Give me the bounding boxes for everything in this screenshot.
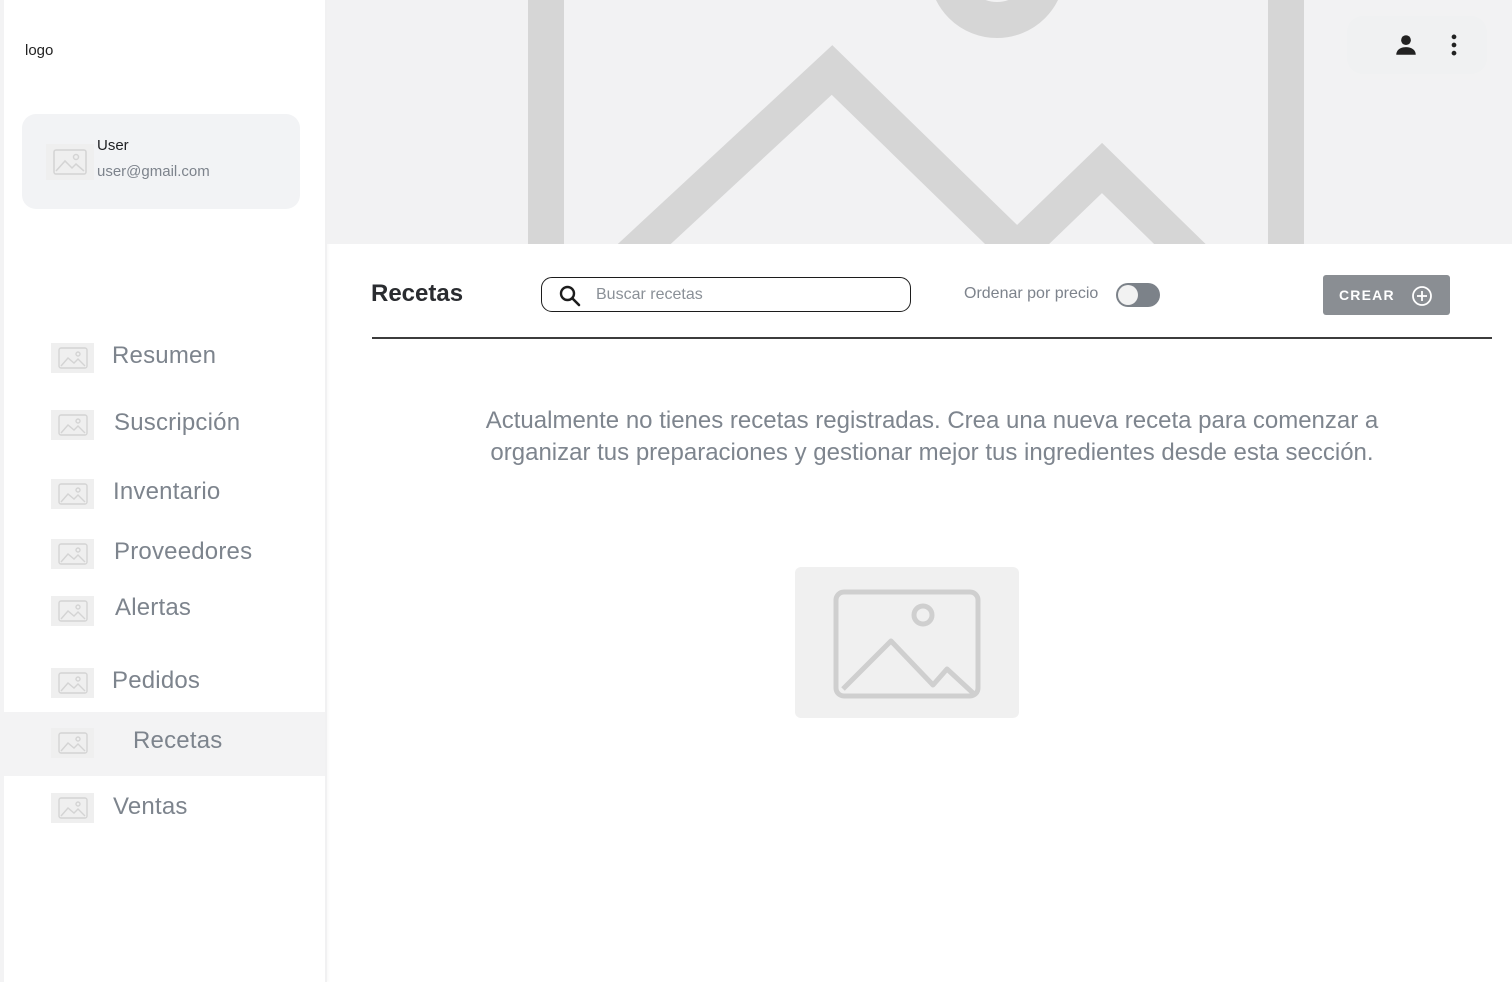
empty-state-image (795, 567, 1019, 718)
sidebar-item-ventas[interactable]: Ventas (4, 777, 325, 841)
create-button-label: CREAR (1339, 287, 1395, 303)
sidebar-item-label: Alertas (115, 594, 192, 621)
sidebar-item-label: Inventario (113, 478, 221, 505)
sidebar-item-alertas[interactable]: Alertas (4, 578, 325, 642)
sidebar-item-label: Proveedores (114, 538, 253, 565)
empty-state-message: Actualmente no tienes recetas registrada… (485, 407, 1379, 466)
image-placeholder-icon (51, 539, 94, 569)
sidebar-item-label: Pedidos (112, 667, 201, 694)
user-card[interactable] (22, 114, 300, 209)
sidebar-item-recetas[interactable]: Recetas (4, 712, 325, 776)
image-placeholder-icon (51, 479, 94, 509)
image-placeholder-icon (51, 410, 94, 440)
sidebar-item-suscripcion[interactable]: Suscripción (4, 392, 325, 456)
image-placeholder-icon (51, 793, 94, 823)
image-placeholder-icon (51, 728, 94, 758)
sidebar-item-label: Suscripción (114, 409, 241, 436)
image-placeholder-icon (53, 149, 87, 175)
search-input[interactable] (596, 283, 896, 307)
add-circle-icon (1412, 286, 1432, 306)
user-name: User (97, 137, 129, 154)
toolbar-divider (372, 337, 1492, 339)
logo[interactable]: logo (25, 42, 53, 59)
image-placeholder-icon (528, 0, 1304, 244)
sidebar-item-label: Ventas (113, 793, 188, 820)
sidebar-item-proveedores[interactable]: Proveedores (4, 521, 325, 585)
header-actions (1347, 16, 1487, 74)
sidebar-item-pedidos[interactable]: Pedidos (4, 651, 325, 715)
image-placeholder-icon (51, 596, 94, 626)
sidebar-item-label: Recetas (133, 727, 223, 754)
user-email: user@gmail.com (97, 163, 210, 180)
sort-by-price-toggle[interactable] (1116, 283, 1160, 307)
sidebar: logo User user@gmail.com Resumen Suscrip… (0, 0, 327, 982)
sidebar-item-resumen[interactable]: Resumen (4, 325, 325, 389)
image-placeholder-icon (51, 343, 94, 373)
page-title: Recetas (371, 280, 464, 307)
toggle-knob (1118, 285, 1138, 305)
user-icon[interactable] (1393, 32, 1419, 58)
sort-by-price-label: Ordenar por precio (964, 285, 1099, 302)
sidebar-item-inventario[interactable]: Inventario (4, 461, 325, 525)
image-placeholder-icon (51, 668, 94, 698)
more-vertical-icon[interactable] (1441, 32, 1467, 58)
search-box[interactable] (541, 277, 911, 312)
app: logo User user@gmail.com Resumen Suscrip… (0, 0, 1512, 982)
header-banner-image (327, 0, 1512, 244)
avatar (46, 144, 94, 180)
create-button[interactable]: CREAR (1323, 275, 1450, 315)
sidebar-item-label: Resumen (112, 342, 217, 369)
search-icon (559, 285, 581, 307)
image-placeholder-icon (833, 589, 981, 699)
